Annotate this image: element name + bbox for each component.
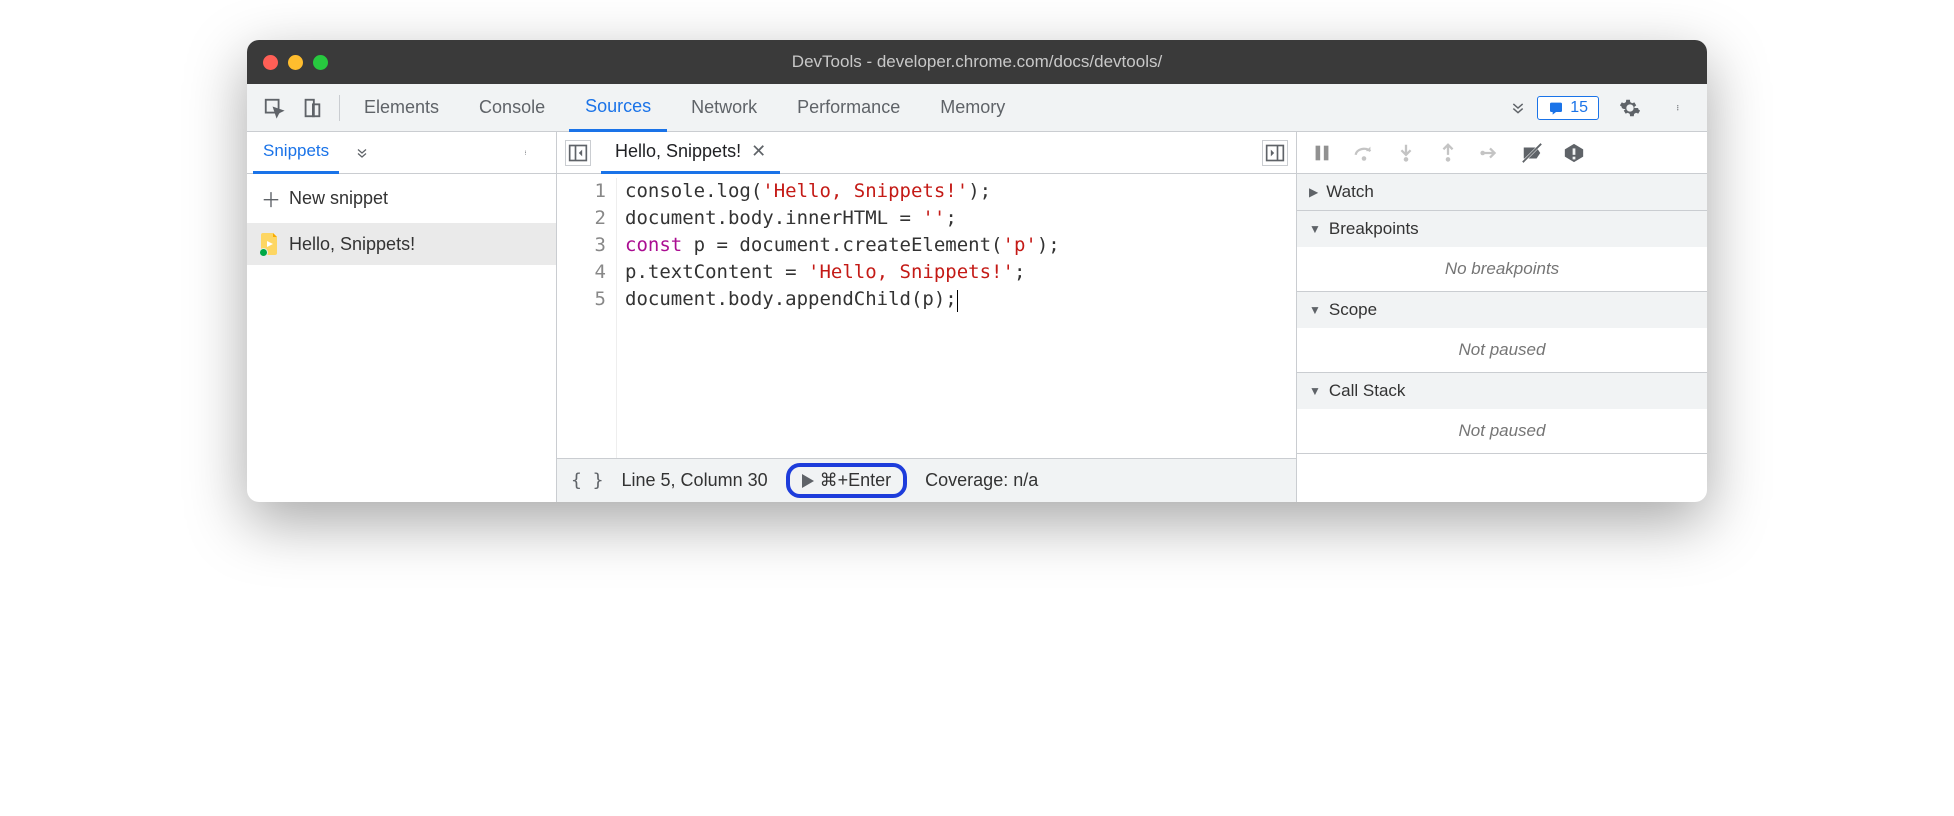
code-line[interactable]: p.textContent = 'Hello, Snippets!'; xyxy=(625,259,1060,286)
toolbar-right: 15 xyxy=(1537,93,1699,123)
section-label: Scope xyxy=(1329,300,1377,320)
line-number: 3 xyxy=(557,232,606,259)
line-number: 4 xyxy=(557,259,606,286)
main-toolbar: ElementsConsoleSourcesNetworkPerformance… xyxy=(247,84,1707,132)
section-header[interactable]: ▼ Scope xyxy=(1297,292,1707,328)
section-header[interactable]: ▶ Watch xyxy=(1297,174,1707,210)
show-navigator-icon[interactable] xyxy=(565,140,591,166)
editor-statusbar: { } Line 5, Column 30 ⌘+Enter Coverage: … xyxy=(557,458,1296,502)
pretty-print-icon[interactable]: { } xyxy=(571,470,604,491)
section-label: Breakpoints xyxy=(1329,219,1419,239)
code-line[interactable]: document.body.innerHTML = ''; xyxy=(625,205,1060,232)
editor-pane: Hello, Snippets! ✕ 12345 console.log('He… xyxy=(557,132,1297,502)
inspect-element-icon[interactable] xyxy=(259,93,289,123)
file-tab[interactable]: Hello, Snippets! ✕ xyxy=(601,132,780,174)
show-debugger-icon[interactable] xyxy=(1262,140,1288,166)
panel-tab-elements[interactable]: Elements xyxy=(348,84,455,132)
panel-tab-sources[interactable]: Sources xyxy=(569,84,667,132)
new-snippet-button[interactable]: ＋ New snippet xyxy=(247,174,556,223)
triangle-right-icon: ▶ xyxy=(1309,185,1318,199)
line-number: 1 xyxy=(557,178,606,205)
code-editor[interactable]: 12345 console.log('Hello, Snippets!');do… xyxy=(557,174,1296,458)
code-line[interactable]: const p = document.createElement('p'); xyxy=(625,232,1060,259)
section-header[interactable]: ▼ Call Stack xyxy=(1297,373,1707,409)
navigator-header: Snippets xyxy=(247,132,556,174)
editor-header: Hello, Snippets! ✕ xyxy=(557,132,1296,174)
triangle-down-icon: ▼ xyxy=(1309,384,1321,398)
step-into-icon[interactable] xyxy=(1395,142,1417,164)
deactivate-breakpoints-icon[interactable] xyxy=(1521,142,1543,164)
run-shortcut-label: ⌘+Enter xyxy=(820,470,892,491)
debugger-section-scope: ▼ Scope Not paused xyxy=(1297,292,1707,373)
more-tabs-icon[interactable] xyxy=(1503,93,1533,123)
step-icon[interactable] xyxy=(1479,142,1501,164)
code-content[interactable]: console.log('Hello, Snippets!');document… xyxy=(617,178,1060,458)
debugger-section-watch: ▶ Watch xyxy=(1297,174,1707,211)
panel-tab-network[interactable]: Network xyxy=(675,84,773,132)
separator xyxy=(339,95,340,121)
window-title: DevTools - developer.chrome.com/docs/dev… xyxy=(247,52,1707,72)
device-toolbar-icon[interactable] xyxy=(297,93,327,123)
navigator-pane: Snippets ＋ New snippet Hello, Snippets! xyxy=(247,132,557,502)
triangle-down-icon: ▼ xyxy=(1309,303,1321,317)
navigator-menu-icon[interactable] xyxy=(512,138,542,168)
devtools-window: DevTools - developer.chrome.com/docs/dev… xyxy=(247,40,1707,502)
debugger-pane: ▶ Watch ▼ Breakpoints No breakpoints ▼ Scope No… xyxy=(1297,132,1707,502)
line-number: 2 xyxy=(557,205,606,232)
issues-button[interactable]: 15 xyxy=(1537,96,1599,120)
code-line[interactable]: console.log('Hello, Snippets!'); xyxy=(625,178,1060,205)
line-number: 5 xyxy=(557,286,606,313)
pause-icon[interactable] xyxy=(1311,142,1333,164)
snippets-tab[interactable]: Snippets xyxy=(253,132,339,174)
section-label: Watch xyxy=(1326,182,1374,202)
step-over-icon[interactable] xyxy=(1353,142,1375,164)
section-label: Call Stack xyxy=(1329,381,1406,401)
debugger-section-call-stack: ▼ Call Stack Not paused xyxy=(1297,373,1707,454)
new-snippet-label: New snippet xyxy=(289,188,388,209)
panel-tab-console[interactable]: Console xyxy=(463,84,561,132)
debugger-toolbar xyxy=(1297,132,1707,174)
snippet-file-icon xyxy=(261,233,279,255)
panel-tab-memory[interactable]: Memory xyxy=(924,84,1021,132)
kebab-menu-icon[interactable] xyxy=(1665,93,1695,123)
section-body: No breakpoints xyxy=(1297,247,1707,291)
settings-icon[interactable] xyxy=(1615,93,1645,123)
section-body: Not paused xyxy=(1297,328,1707,372)
step-out-icon[interactable] xyxy=(1437,142,1459,164)
panel-tab-performance[interactable]: Performance xyxy=(781,84,916,132)
main-area: Snippets ＋ New snippet Hello, Snippets! xyxy=(247,132,1707,502)
more-navigator-tabs-icon[interactable] xyxy=(347,138,377,168)
issues-count: 15 xyxy=(1570,99,1588,117)
run-snippet-button[interactable]: ⌘+Enter xyxy=(786,463,908,498)
panel-tabs: ElementsConsoleSourcesNetworkPerformance… xyxy=(348,84,1495,132)
section-header[interactable]: ▼ Breakpoints xyxy=(1297,211,1707,247)
line-gutter: 12345 xyxy=(557,178,617,458)
cursor-position: Line 5, Column 30 xyxy=(622,470,768,491)
text-caret xyxy=(957,290,958,312)
pause-on-exceptions-icon[interactable] xyxy=(1563,142,1585,164)
plus-icon: ＋ xyxy=(261,184,281,213)
debugger-section-breakpoints: ▼ Breakpoints No breakpoints xyxy=(1297,211,1707,292)
triangle-down-icon: ▼ xyxy=(1309,222,1321,236)
snippet-item[interactable]: Hello, Snippets! xyxy=(247,223,556,265)
file-tab-label: Hello, Snippets! xyxy=(615,141,741,162)
coverage-label: Coverage: n/a xyxy=(925,470,1038,491)
titlebar: DevTools - developer.chrome.com/docs/dev… xyxy=(247,40,1707,84)
snippet-name: Hello, Snippets! xyxy=(289,234,415,255)
section-body: Not paused xyxy=(1297,409,1707,453)
close-tab-icon[interactable]: ✕ xyxy=(751,141,766,162)
code-line[interactable]: document.body.appendChild(p); xyxy=(625,286,1060,313)
